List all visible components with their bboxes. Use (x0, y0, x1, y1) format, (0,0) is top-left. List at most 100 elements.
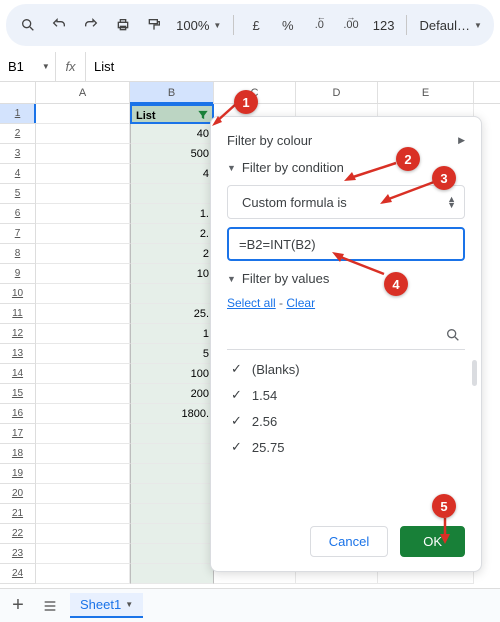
currency-button[interactable]: £ (242, 11, 270, 39)
cell[interactable] (36, 504, 130, 524)
cell[interactable]: 4 (130, 164, 214, 184)
row-header[interactable]: 22 (0, 524, 36, 544)
row-header[interactable]: 12 (0, 324, 36, 344)
filter-search-input[interactable] (227, 320, 465, 350)
cell[interactable] (36, 204, 130, 224)
cell[interactable] (36, 224, 130, 244)
filter-icon[interactable] (196, 108, 210, 124)
cell[interactable] (130, 484, 214, 504)
cell[interactable] (36, 264, 130, 284)
column-header[interactable]: B (130, 82, 214, 103)
cell[interactable] (36, 424, 130, 444)
cell[interactable] (36, 484, 130, 504)
row-header[interactable]: 2 (0, 124, 36, 144)
cell[interactable] (36, 284, 130, 304)
cell[interactable] (36, 544, 130, 564)
row-header[interactable]: 3 (0, 144, 36, 164)
cell[interactable] (130, 284, 214, 304)
sheet-tab[interactable]: Sheet1▼ (70, 593, 143, 618)
filter-value-item[interactable]: ✓2.56 (227, 408, 465, 434)
cell[interactable]: 200 (130, 384, 214, 404)
row-header[interactable]: 15 (0, 384, 36, 404)
number-format-select[interactable]: 123 (369, 18, 399, 33)
row-header[interactable]: 16 (0, 404, 36, 424)
formula-input[interactable]: List (86, 59, 500, 74)
cell[interactable] (36, 344, 130, 364)
cell[interactable] (130, 424, 214, 444)
cell[interactable] (36, 364, 130, 384)
row-header[interactable]: 11 (0, 304, 36, 324)
paint-format-icon[interactable] (141, 11, 169, 39)
row-header[interactable]: 8 (0, 244, 36, 264)
filter-value-item[interactable]: ✓(Blanks) (227, 356, 465, 382)
row-header[interactable]: 6 (0, 204, 36, 224)
column-header[interactable]: E (378, 82, 474, 103)
ok-button[interactable]: OK (400, 526, 465, 557)
row-header[interactable]: 9 (0, 264, 36, 284)
cell[interactable] (36, 244, 130, 264)
row-header[interactable]: 23 (0, 544, 36, 564)
name-box[interactable]: B1▼ (0, 52, 56, 81)
row-header[interactable]: 4 (0, 164, 36, 184)
column-header[interactable]: A (36, 82, 130, 103)
cell[interactable]: 2 (130, 244, 214, 264)
filter-value-item[interactable]: ✓1.54 (227, 382, 465, 408)
column-header[interactable]: D (296, 82, 378, 103)
select-all-corner[interactable] (0, 82, 36, 103)
cell[interactable] (36, 104, 130, 124)
cell[interactable]: 5 (130, 344, 214, 364)
percent-button[interactable]: % (274, 11, 302, 39)
cell[interactable] (36, 564, 130, 584)
cell[interactable] (36, 444, 130, 464)
filter-by-colour-row[interactable]: Filter by colour ▶ (211, 127, 481, 154)
row-header[interactable]: 7 (0, 224, 36, 244)
cell[interactable] (36, 144, 130, 164)
row-header[interactable]: 18 (0, 444, 36, 464)
row-header[interactable]: 5 (0, 184, 36, 204)
cell[interactable]: List (130, 104, 214, 124)
decrease-decimal-button[interactable]: .0← (306, 11, 334, 39)
cell[interactable] (36, 384, 130, 404)
row-header[interactable]: 24 (0, 564, 36, 584)
cell[interactable]: 500 (130, 144, 214, 164)
row-header[interactable]: 10 (0, 284, 36, 304)
row-header[interactable]: 13 (0, 344, 36, 364)
row-header[interactable]: 17 (0, 424, 36, 444)
cell[interactable] (130, 464, 214, 484)
increase-decimal-button[interactable]: .00→ (337, 11, 365, 39)
filter-value-item[interactable]: ✓25.75 (227, 434, 465, 460)
cell[interactable] (36, 524, 130, 544)
cell[interactable]: 40 (130, 124, 214, 144)
scrollbar-thumb[interactable] (472, 360, 477, 386)
undo-icon[interactable] (46, 11, 74, 39)
row-header[interactable]: 1 (0, 104, 36, 124)
print-icon[interactable] (109, 11, 137, 39)
row-header[interactable]: 21 (0, 504, 36, 524)
row-header[interactable]: 20 (0, 484, 36, 504)
font-select[interactable]: Defaul…▼ (415, 18, 486, 33)
cell[interactable] (36, 124, 130, 144)
cell[interactable] (36, 184, 130, 204)
search-icon[interactable] (14, 11, 42, 39)
cell[interactable] (36, 304, 130, 324)
row-header[interactable]: 14 (0, 364, 36, 384)
cell[interactable] (130, 184, 214, 204)
zoom-select[interactable]: 100%▼ (172, 18, 225, 33)
cell[interactable] (36, 464, 130, 484)
cell[interactable] (130, 564, 214, 584)
cell[interactable]: 2. (130, 224, 214, 244)
cancel-button[interactable]: Cancel (310, 526, 388, 557)
clear-link[interactable]: Clear (286, 296, 315, 310)
row-header[interactable]: 19 (0, 464, 36, 484)
cell[interactable]: 1800. (130, 404, 214, 424)
cell[interactable]: 100 (130, 364, 214, 384)
cell[interactable]: 1. (130, 204, 214, 224)
cell[interactable] (130, 504, 214, 524)
cell[interactable]: 10 (130, 264, 214, 284)
cell[interactable] (36, 324, 130, 344)
cell[interactable] (130, 444, 214, 464)
cell[interactable] (130, 544, 214, 564)
cell[interactable] (36, 164, 130, 184)
cell[interactable]: 1 (130, 324, 214, 344)
redo-icon[interactable] (77, 11, 105, 39)
